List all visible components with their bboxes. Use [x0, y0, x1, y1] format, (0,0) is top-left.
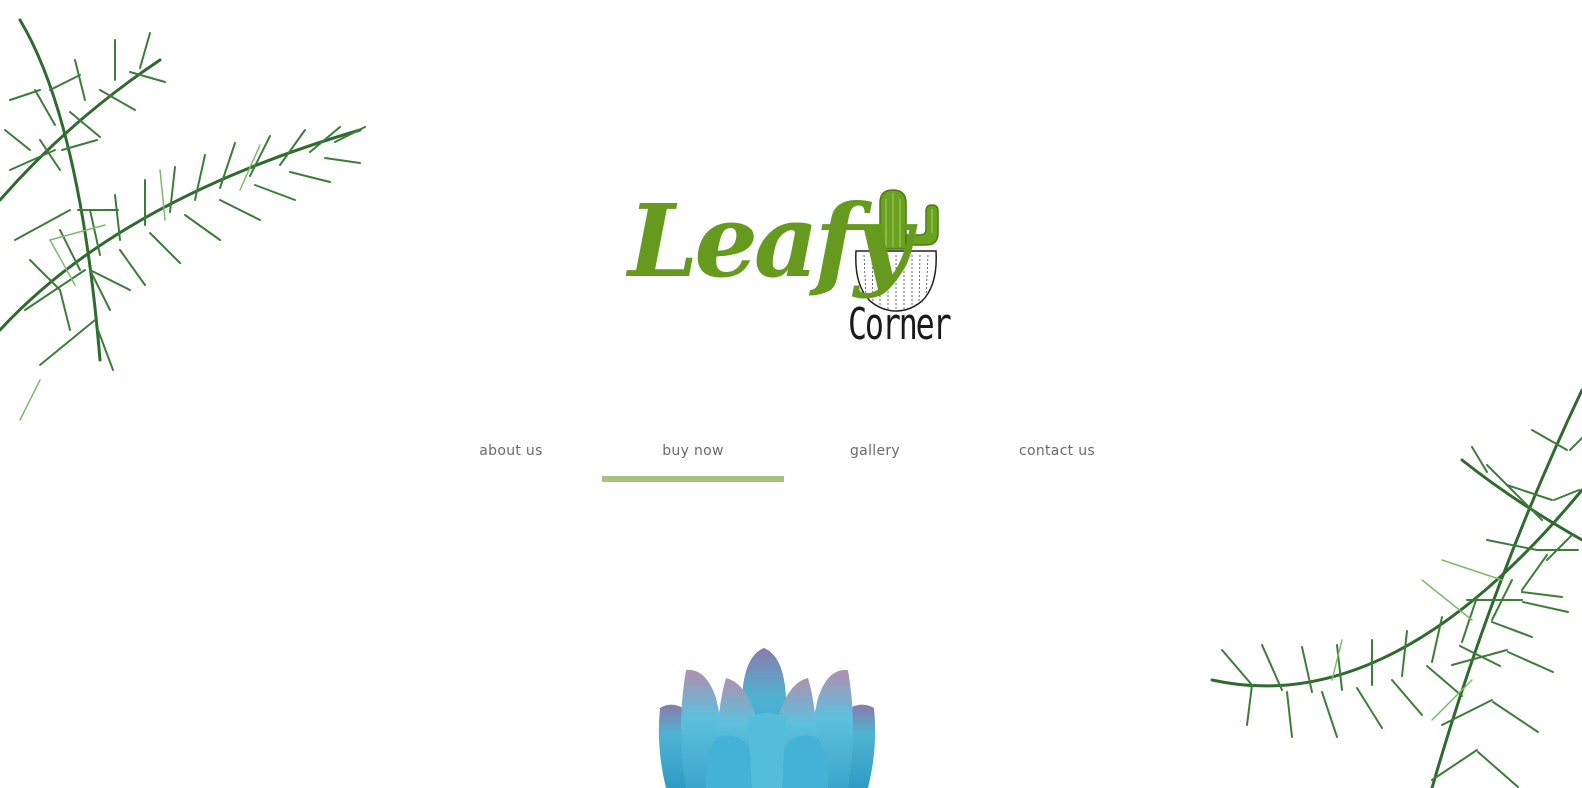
palm-frond-icon — [1210, 388, 1582, 788]
brand-name-script: Leafy — [628, 182, 912, 300]
nav-item-gallery[interactable]: gallery — [784, 432, 966, 484]
nav-item-contact-us[interactable]: contact us — [966, 432, 1148, 484]
brand-logo[interactable]: Leafy Corner — [622, 185, 952, 365]
nav-item-about-us[interactable]: about us — [420, 432, 602, 484]
palm-frond-icon — [0, 18, 366, 421]
brand-name-sub: Corner — [848, 299, 952, 350]
landing-page: Leafy Corner about us buy now gallery co… — [0, 0, 1582, 788]
nav-item-buy-now[interactable]: buy now — [602, 432, 784, 484]
succulent-icon — [658, 648, 876, 788]
main-nav: about us buy now gallery contact us — [420, 432, 1164, 484]
